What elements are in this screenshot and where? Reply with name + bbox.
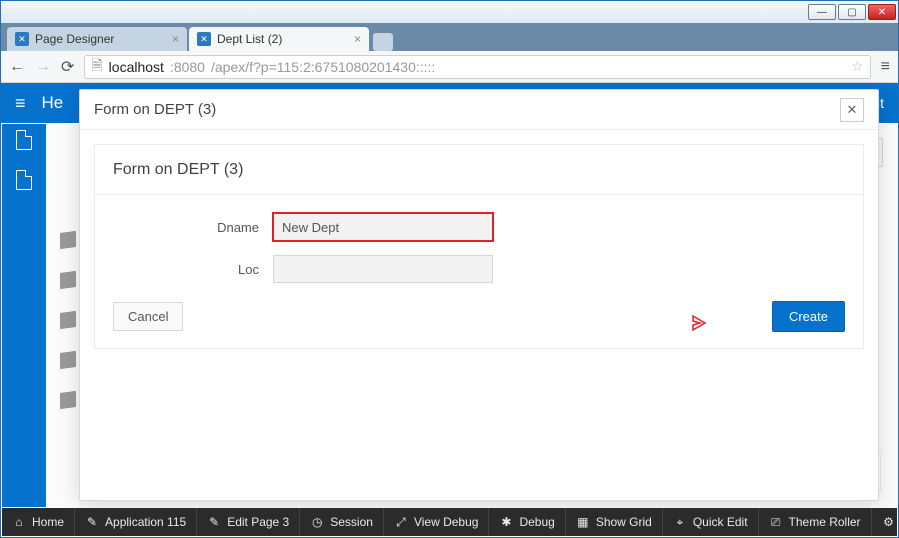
- dev-view-debug[interactable]: ⤢View Debug: [384, 508, 490, 536]
- browser-tab-dept-list[interactable]: Dept List (2) ×: [189, 27, 369, 51]
- cancel-button[interactable]: Cancel: [113, 302, 183, 331]
- dev-theme-roller[interactable]: ⎚Theme Roller: [759, 508, 872, 536]
- tab-label: Page Designer: [35, 32, 114, 46]
- panel-title: Form on DEPT (3): [95, 145, 863, 195]
- edit-icon: ✎: [85, 515, 99, 529]
- address-bar[interactable]: 🗎 localhost :8080/apex/f?p=115:2:67510802…: [84, 55, 870, 79]
- tab-label: Dept List (2): [217, 32, 282, 46]
- bookmark-star-icon[interactable]: ☆: [851, 58, 864, 75]
- dev-session[interactable]: ◷Session: [300, 508, 384, 536]
- dname-input[interactable]: [273, 213, 493, 241]
- developer-toolbar: ⌂Home ✎Application 115 ✎Edit Page 3 ◷Ses…: [2, 508, 897, 536]
- form-dialog: Form on DEPT (3) ✕ Form on DEPT (3) Dnam…: [79, 89, 879, 501]
- url-host: localhost: [109, 59, 164, 75]
- back-icon[interactable]: ←: [9, 58, 25, 76]
- dname-label: Dname: [113, 220, 273, 235]
- grid-icon: ▦: [576, 515, 590, 529]
- page-icon[interactable]: [16, 170, 32, 190]
- dialog-header: Form on DEPT (3) ✕: [80, 90, 878, 130]
- edit-row-icon[interactable]: [60, 232, 78, 248]
- url-path: /apex/f?p=115:2:6751080201430:::::: [211, 59, 435, 75]
- gear-icon: ⚙: [882, 515, 896, 529]
- edit-row-icon[interactable]: [60, 272, 78, 288]
- page-icon: 🗎: [91, 55, 102, 79]
- loc-input[interactable]: [273, 255, 493, 283]
- edit-row-icon[interactable]: [60, 352, 78, 368]
- form-panel: Form on DEPT (3) Dname Loc Cancel Create: [94, 144, 864, 349]
- url-port: :8080: [170, 59, 205, 75]
- app-title: He: [42, 93, 64, 113]
- window-minimize-button[interactable]: —: [808, 4, 836, 20]
- dev-application[interactable]: ✎Application 115: [75, 508, 197, 536]
- window-close-button[interactable]: ✕: [868, 4, 896, 20]
- forward-icon: →: [35, 58, 51, 76]
- dev-settings[interactable]: ⚙: [872, 508, 899, 536]
- bug-icon: ✱: [499, 515, 513, 529]
- home-icon: ⌂: [12, 515, 26, 529]
- reload-icon[interactable]: ⟳: [61, 57, 74, 77]
- clock-icon: ◷: [310, 515, 324, 529]
- edit-icon: ✎: [207, 515, 221, 529]
- view-debug-icon: ⤢: [394, 515, 408, 529]
- left-nav-rail: [2, 124, 46, 507]
- target-icon: ⌖: [673, 515, 687, 529]
- roller-icon: ⎚: [769, 515, 783, 529]
- hamburger-icon[interactable]: ≡: [15, 93, 26, 114]
- new-tab-button[interactable]: [373, 33, 393, 51]
- apex-tab-icon: [15, 32, 29, 46]
- page-icon[interactable]: [16, 130, 32, 150]
- create-submit-button[interactable]: Create: [772, 301, 845, 332]
- browser-tab-strip: Page Designer × Dept List (2) ×: [1, 23, 898, 51]
- dev-show-grid[interactable]: ▦Show Grid: [566, 508, 663, 536]
- callout-arrow-icon: [691, 312, 713, 334]
- dialog-close-button[interactable]: ✕: [840, 98, 864, 122]
- window-titlebar: — ▢ ✕: [1, 1, 898, 23]
- dev-debug[interactable]: ✱Debug: [489, 508, 565, 536]
- dialog-title: Form on DEPT (3): [94, 101, 216, 118]
- browser-menu-icon[interactable]: ≡: [881, 58, 890, 76]
- browser-tab-page-designer[interactable]: Page Designer ×: [7, 27, 187, 51]
- loc-label: Loc: [113, 262, 273, 277]
- edit-row-icon[interactable]: [60, 312, 78, 328]
- window-maximize-button[interactable]: ▢: [838, 4, 866, 20]
- close-tab-icon[interactable]: ×: [172, 32, 179, 46]
- edit-row-icon[interactable]: [60, 392, 78, 408]
- dev-edit-page[interactable]: ✎Edit Page 3: [197, 508, 300, 536]
- apex-tab-icon: [197, 32, 211, 46]
- browser-toolbar: ← → ⟳ 🗎 localhost :8080/apex/f?p=115:2:67…: [1, 51, 898, 83]
- close-tab-icon[interactable]: ×: [354, 32, 361, 46]
- dev-quick-edit[interactable]: ⌖Quick Edit: [663, 508, 759, 536]
- dev-home[interactable]: ⌂Home: [2, 508, 75, 536]
